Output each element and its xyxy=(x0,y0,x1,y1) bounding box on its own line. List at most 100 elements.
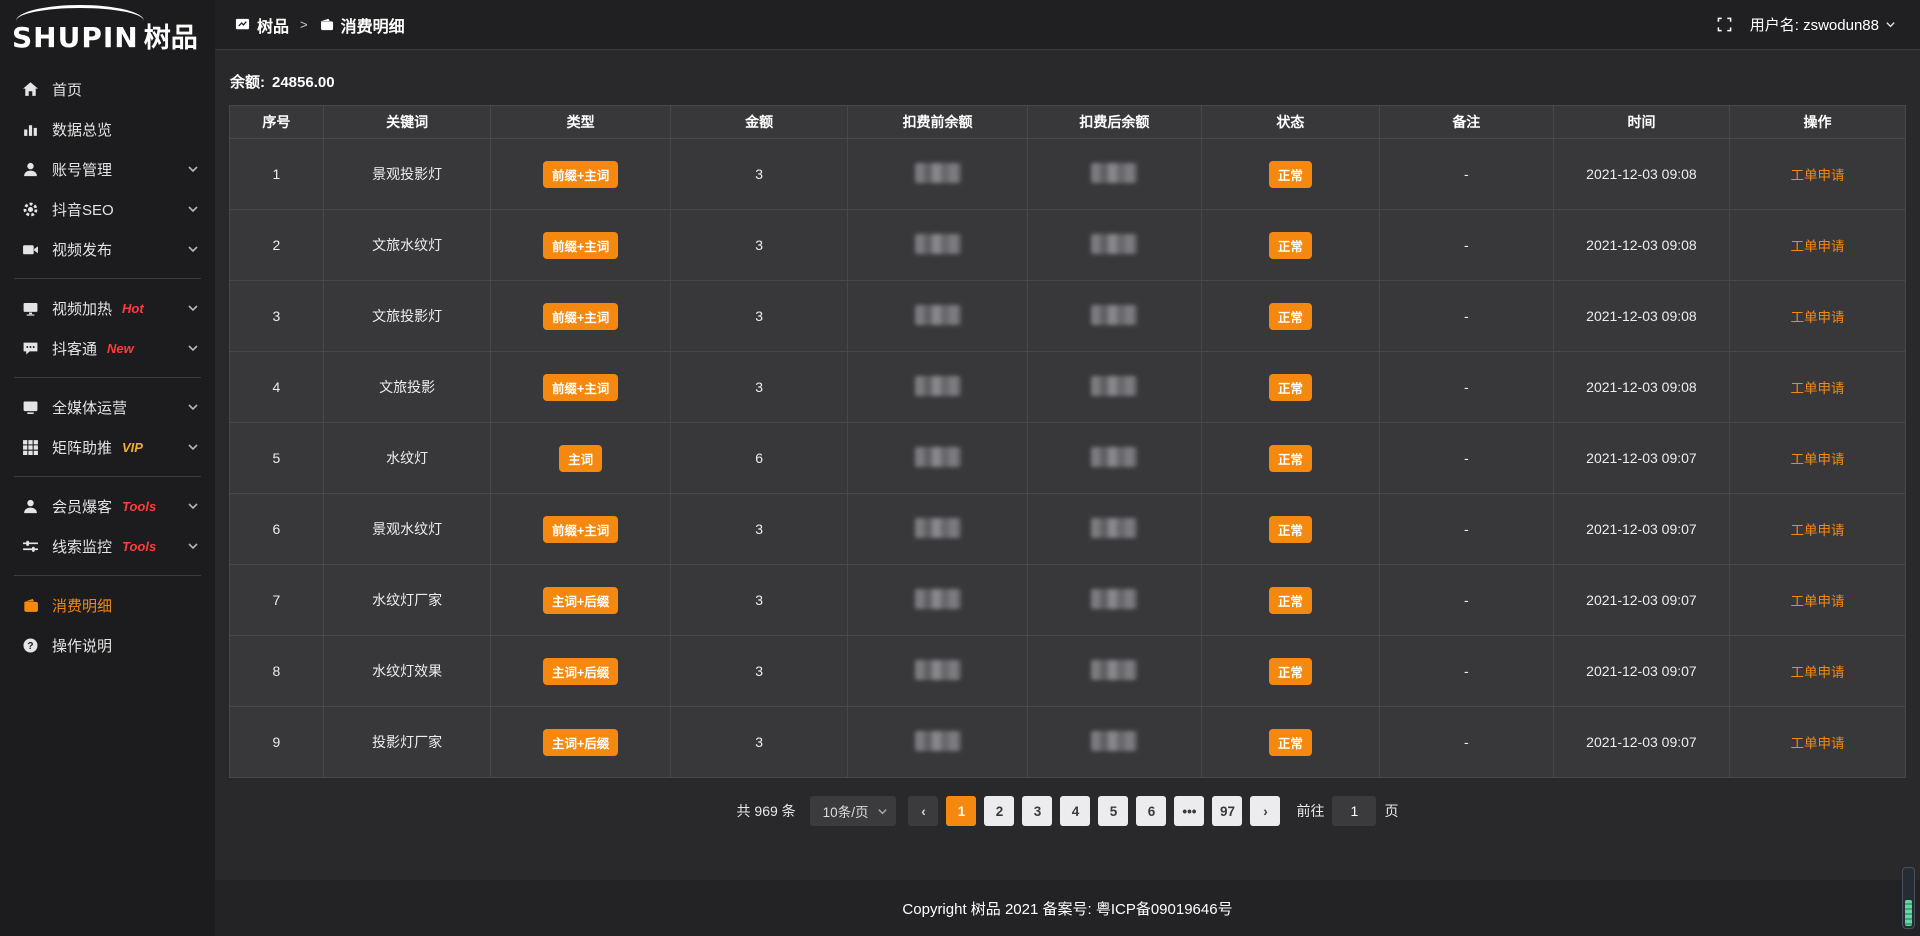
cell-pre_balance xyxy=(848,210,1027,281)
masked-value xyxy=(1091,518,1137,538)
masked-value xyxy=(915,163,961,183)
sidebar-item-publish[interactable]: 视频发布 xyxy=(0,229,215,269)
table-row: 7水纹灯厂家主词+后缀3正常-2021-12-03 09:07工单申请 xyxy=(230,565,1906,636)
cell-status: 正常 xyxy=(1202,423,1380,494)
cell-keyword: 文旅水纹灯 xyxy=(323,210,491,281)
cell-type: 主词+后缀 xyxy=(491,565,670,636)
sidebar-item-media[interactable]: 全媒体运营 xyxy=(0,387,215,427)
masked-value xyxy=(1091,376,1137,396)
cell-pre_balance xyxy=(848,423,1027,494)
cell-pre_balance xyxy=(848,565,1027,636)
monitor-icon xyxy=(22,399,39,416)
cell-keyword: 景观投影灯 xyxy=(323,139,491,210)
sidebar-menu: 首页数据总览账号管理抖音SEO视频发布视频加热Hot抖客通New 全媒体运营矩阵助… xyxy=(0,59,215,665)
masked-value xyxy=(1091,731,1137,751)
table-body: 1景观投影灯前缀+主词3正常-2021-12-03 09:08工单申请2文旅水纹… xyxy=(230,139,1906,778)
main-area: 树品 > 消费明细 用户名: zswodun88 余额:24856.00 xyxy=(215,0,1920,936)
cell-status: 正常 xyxy=(1202,494,1380,565)
cell-remark: - xyxy=(1379,423,1553,494)
cell-amount: 3 xyxy=(670,139,848,210)
type-tag: 前缀+主词 xyxy=(543,303,618,330)
member-icon xyxy=(22,498,39,515)
cell-amount: 3 xyxy=(670,494,848,565)
home-icon xyxy=(22,81,39,98)
sidebar-item-badge: New xyxy=(107,341,134,356)
sidebar-item-member[interactable]: 会员爆客Tools xyxy=(0,486,215,526)
page-button-2[interactable]: 2 xyxy=(984,796,1014,826)
work-order-link[interactable]: 工单申请 xyxy=(1790,736,1844,751)
cell-action: 工单申请 xyxy=(1729,352,1905,423)
svg-text:?: ? xyxy=(27,640,33,651)
cell-index: 4 xyxy=(230,352,324,423)
sidebar-item-heat[interactable]: 视频加热Hot xyxy=(0,288,215,328)
page-button-5[interactable]: 5 xyxy=(1098,796,1128,826)
cell-post_balance xyxy=(1027,139,1201,210)
prev-page-button[interactable]: ‹ xyxy=(908,796,938,826)
cell-keyword: 投影灯厂家 xyxy=(323,707,491,778)
breadcrumb-item-root[interactable]: 树品 xyxy=(257,13,289,37)
masked-value xyxy=(915,305,961,325)
page-button-ellipsis[interactable]: ••• xyxy=(1174,796,1204,826)
masked-value xyxy=(1091,447,1137,467)
sidebar-divider xyxy=(14,575,201,576)
pagination: 共 969 条 10条/页 ‹123456•••97› 前往 页 xyxy=(229,796,1906,826)
cell-post_balance xyxy=(1027,352,1201,423)
balance-label: 余额: xyxy=(230,74,265,91)
work-order-link[interactable]: 工单申请 xyxy=(1790,310,1844,325)
work-order-link[interactable]: 工单申请 xyxy=(1790,523,1844,538)
copyright-text: Copyright 树品 2021 备案号: 粤ICP备09019646号 xyxy=(902,898,1232,919)
fullscreen-icon[interactable] xyxy=(1717,17,1732,32)
scrollbar[interactable] xyxy=(1902,867,1915,929)
sidebar-item-clue[interactable]: 线索监控Tools xyxy=(0,526,215,566)
page-button-1[interactable]: 1 xyxy=(946,796,976,826)
status-tag: 正常 xyxy=(1269,587,1312,614)
type-tag: 主词+后缀 xyxy=(543,729,618,756)
page-button-6[interactable]: 6 xyxy=(1136,796,1166,826)
page-button-4[interactable]: 4 xyxy=(1060,796,1090,826)
cell-pre_balance xyxy=(848,707,1027,778)
status-tag: 正常 xyxy=(1269,729,1312,756)
type-tag: 主词 xyxy=(559,445,602,472)
cell-time: 2021-12-03 09:07 xyxy=(1553,636,1729,707)
sidebar-item-account[interactable]: 账号管理 xyxy=(0,149,215,189)
sidebar-item-home[interactable]: 首页 xyxy=(0,69,215,109)
sidebar-item-matrix[interactable]: 矩阵助推VIP xyxy=(0,427,215,467)
total-count-label: 共 969 条 xyxy=(737,801,796,821)
sidebar: SHUPIN 树品 首页数据总览账号管理抖音SEO视频发布视频加热Hot抖客通N… xyxy=(0,0,215,936)
sidebar-item-label: 视频加热 xyxy=(52,298,112,319)
work-order-link[interactable]: 工单申请 xyxy=(1790,239,1844,254)
cell-keyword: 景观水纹灯 xyxy=(323,494,491,565)
sidebar-item-help[interactable]: ?操作说明 xyxy=(0,625,215,665)
work-order-link[interactable]: 工单申请 xyxy=(1790,594,1844,609)
page-size-select[interactable]: 10条/页 xyxy=(810,796,897,826)
chevron-down-icon xyxy=(1885,19,1896,30)
type-tag: 主词+后缀 xyxy=(543,658,618,685)
page-button-97[interactable]: 97 xyxy=(1212,796,1242,826)
scrollbar-thumb xyxy=(1905,900,1912,926)
cell-index: 9 xyxy=(230,707,324,778)
page-button-3[interactable]: 3 xyxy=(1022,796,1052,826)
cell-keyword: 水纹灯厂家 xyxy=(323,565,491,636)
sidebar-item-douketong[interactable]: 抖客通New xyxy=(0,328,215,368)
next-page-button[interactable]: › xyxy=(1250,796,1280,826)
sidebar-divider xyxy=(14,278,201,279)
masked-value xyxy=(1091,660,1137,680)
cell-pre_balance xyxy=(848,281,1027,352)
goto-page-input[interactable] xyxy=(1332,796,1376,826)
consumption-table: 序号关键词类型金额扣费前余额扣费后余额状态备注时间操作 1景观投影灯前缀+主词3… xyxy=(229,105,1906,778)
work-order-link[interactable]: 工单申请 xyxy=(1790,168,1844,183)
brand-name-cn: 树品 xyxy=(144,16,198,55)
work-order-link[interactable]: 工单申请 xyxy=(1790,665,1844,680)
status-tag: 正常 xyxy=(1269,374,1312,401)
sidebar-item-consume[interactable]: 消费明细 xyxy=(0,585,215,625)
top-bar-right: 用户名: zswodun88 xyxy=(1717,14,1896,35)
work-order-link[interactable]: 工单申请 xyxy=(1790,381,1844,396)
sidebar-item-seo[interactable]: 抖音SEO xyxy=(0,189,215,229)
type-tag: 前缀+主词 xyxy=(543,374,618,401)
sidebar-item-data[interactable]: 数据总览 xyxy=(0,109,215,149)
cell-status: 正常 xyxy=(1202,281,1380,352)
column-header-pre_balance: 扣费前余额 xyxy=(848,106,1027,139)
chevron-down-icon xyxy=(187,441,199,453)
user-menu[interactable]: 用户名: zswodun88 xyxy=(1750,14,1896,35)
work-order-link[interactable]: 工单申请 xyxy=(1790,452,1844,467)
